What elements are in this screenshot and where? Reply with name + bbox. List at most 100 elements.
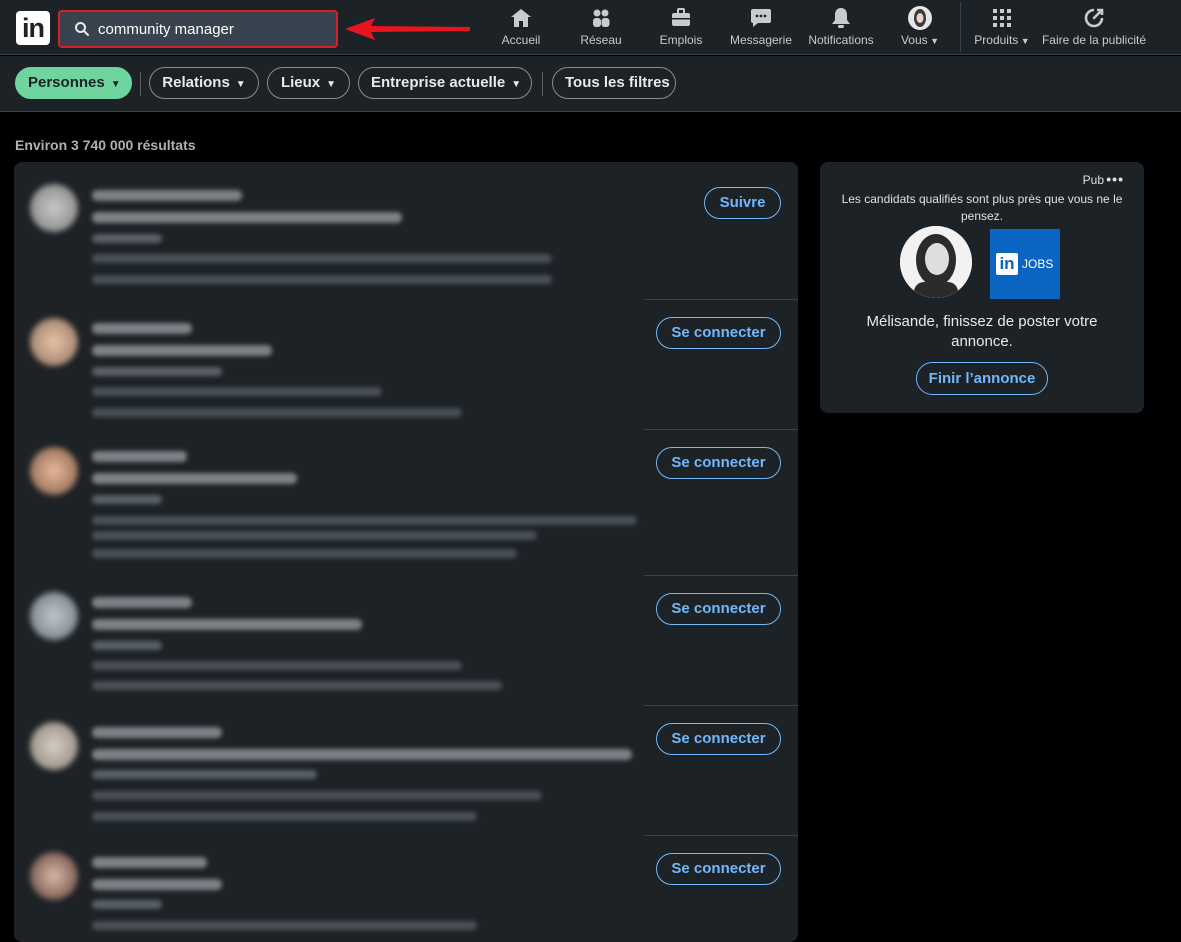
blurred-name	[92, 323, 192, 334]
blurred-summary	[92, 387, 382, 396]
message-icon	[751, 9, 771, 27]
nav-jobs[interactable]: Emplois	[659, 6, 703, 52]
linkedin-jobs-logo: in JOBS	[990, 229, 1060, 299]
red-arrow-annotation	[345, 18, 470, 40]
search-box[interactable]	[58, 10, 338, 48]
chevron-down-icon: ▼	[927, 36, 940, 46]
bell-icon	[832, 8, 850, 28]
result-avatar[interactable]	[30, 852, 78, 900]
nav-messaging-label: Messagerie	[729, 33, 793, 47]
nav-home-label: Accueil	[501, 33, 541, 47]
ad-card: Pub ••• Les candidats qualifiés sont plu…	[820, 162, 1144, 413]
results-list: Suivre Se connecter Se connecter Se conn…	[14, 162, 798, 942]
nav-network-label: Réseau	[580, 33, 622, 47]
result-avatar[interactable]	[30, 318, 78, 366]
filter-locations[interactable]: Lieux ▼	[267, 67, 350, 99]
blurred-mutual	[92, 408, 462, 417]
blurred-summary	[92, 516, 637, 525]
result-item[interactable]: Se connecter	[14, 430, 798, 576]
result-item[interactable]: Suivre	[14, 162, 798, 300]
blurred-location	[92, 641, 162, 650]
ad-tagline: Les candidats qualifiés sont plus près q…	[841, 192, 1123, 223]
result-avatar[interactable]	[30, 592, 78, 640]
nav-me-label: Vous ▼	[900, 33, 940, 47]
briefcase-icon	[672, 8, 690, 26]
filter-separator	[542, 72, 543, 96]
result-avatar[interactable]	[30, 722, 78, 770]
blurred-headline	[92, 473, 297, 484]
blurred-mutual	[92, 812, 477, 821]
search-filter-bar: Personnes ▼ Relations ▼ Lieux ▼ Entreprise …	[0, 56, 1181, 112]
nav-advertise-label: Faire de la publicité	[1041, 33, 1147, 47]
chevron-down-icon: ▼	[235, 79, 246, 90]
filter-separator	[140, 72, 141, 96]
blurred-location	[92, 234, 162, 243]
blurred-summary	[92, 531, 537, 540]
linkedin-logo[interactable]: in	[16, 11, 50, 45]
nav-separator	[960, 2, 961, 52]
blurred-headline	[92, 879, 222, 890]
home-icon	[511, 9, 531, 27]
grid-icon	[993, 9, 1011, 27]
result-item[interactable]: Se connecter	[14, 300, 798, 430]
blurred-summary	[92, 921, 477, 930]
blurred-location	[92, 367, 222, 376]
blurred-mutual	[92, 549, 517, 558]
ad-label: Pub	[1082, 173, 1104, 187]
blurred-headline	[92, 619, 362, 630]
nav-jobs-label: Emplois	[659, 33, 703, 47]
blurred-name	[92, 597, 192, 608]
result-item[interactable]: Se connecter	[14, 836, 798, 942]
blurred-summary	[92, 254, 552, 263]
top-nav: in Accueil Réseau Emplois Messager	[0, 0, 1181, 55]
filter-connections[interactable]: Relations ▼	[149, 67, 259, 99]
blurred-headline	[92, 749, 632, 760]
nav-messaging[interactable]: Messagerie	[729, 6, 793, 52]
linkedin-logo-icon: in	[996, 253, 1018, 275]
chevron-down-icon: ▼	[326, 79, 337, 90]
result-item[interactable]: Se connecter	[14, 576, 798, 706]
filter-people[interactable]: Personnes ▼	[15, 67, 132, 99]
blurred-location	[92, 495, 162, 504]
chevron-down-icon: ▼	[1018, 36, 1030, 46]
chevron-down-icon: ▼	[511, 79, 522, 90]
filter-current-company[interactable]: Entreprise actuelle ▼	[358, 67, 532, 99]
nav-network[interactable]: Réseau	[579, 6, 623, 52]
result-avatar[interactable]	[30, 184, 78, 232]
connect-button[interactable]: Se connecter	[656, 723, 781, 755]
follow-button[interactable]: Suivre	[704, 187, 781, 219]
results-count: Environ 3 740 000 résultats	[15, 137, 196, 153]
blurred-name	[92, 190, 242, 201]
people-icon	[593, 9, 610, 27]
blurred-summary	[92, 661, 462, 670]
blurred-name	[92, 727, 222, 738]
nav-products-label: Produits ▼	[974, 33, 1030, 47]
connect-button[interactable]: Se connecter	[656, 593, 781, 625]
ad-profile-photo	[900, 226, 972, 298]
chevron-down-icon: ▼	[110, 79, 121, 90]
connect-button[interactable]: Se connecter	[656, 317, 781, 349]
ad-message: Mélisande, finissez de poster votre anno…	[866, 313, 1098, 350]
blurred-name	[92, 857, 207, 868]
jobs-logo-text: JOBS	[1022, 257, 1054, 271]
nav-home[interactable]: Accueil	[499, 6, 543, 52]
result-item[interactable]: Se connecter	[14, 706, 798, 836]
blurred-location	[92, 900, 162, 909]
search-input[interactable]	[98, 18, 328, 40]
more-options-icon[interactable]: •••	[1106, 171, 1124, 187]
result-avatar[interactable]	[30, 447, 78, 495]
blurred-mutual	[92, 681, 502, 690]
person-photo-icon	[900, 226, 972, 298]
filter-all-filters[interactable]: Tous les filtres	[552, 67, 676, 99]
finish-job-post-button[interactable]: Finir l’annonce	[916, 362, 1048, 395]
blurred-headline	[92, 345, 272, 356]
connect-button[interactable]: Se connecter	[656, 853, 781, 885]
blurred-name	[92, 451, 187, 462]
nav-products[interactable]: Produits ▼	[971, 6, 1033, 52]
nav-advertise[interactable]: Faire de la publicité	[1041, 6, 1147, 52]
nav-me[interactable]: Vous ▼	[897, 6, 943, 52]
nav-notifications[interactable]: Notifications	[805, 6, 877, 52]
blurred-summary	[92, 791, 542, 800]
blurred-headline	[92, 212, 402, 223]
connect-button[interactable]: Se connecter	[656, 447, 781, 479]
